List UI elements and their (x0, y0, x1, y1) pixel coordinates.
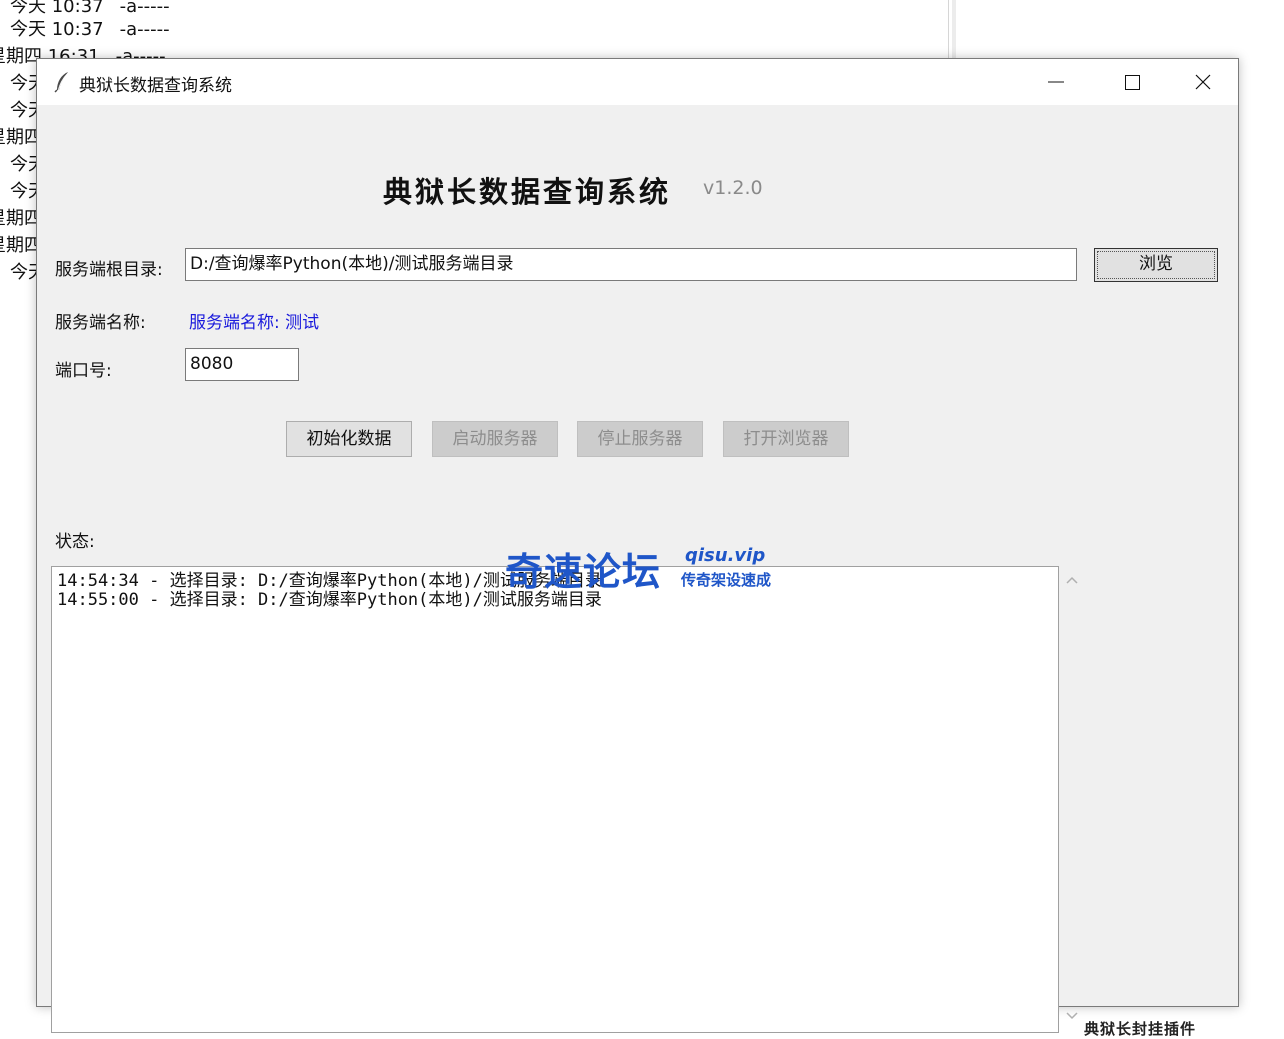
browse-button[interactable]: 浏览 (1094, 248, 1218, 282)
page-title: 典狱长数据查询系统 (383, 175, 672, 209)
close-icon (1195, 74, 1211, 90)
list-item: 今天 10:37 -a----- (10, 15, 170, 41)
list-item-attr: -a----- (119, 19, 170, 40)
plugin-label: 典狱长封挂插件 (1084, 1020, 1197, 1038)
window-content: 典狱长数据查询系统 v1.2.0 服务端根目录: D:/查询爆率Python(本… (37, 105, 1238, 1038)
feather-icon (54, 72, 68, 93)
status-label: 状态: (55, 532, 95, 552)
maximize-icon (1125, 75, 1140, 90)
start-server-button[interactable]: 启动服务器 (432, 421, 558, 457)
scroll-up-icon[interactable] (1065, 575, 1079, 585)
close-button[interactable] (1169, 59, 1237, 105)
server-name-value: 服务端名称: 测试 (189, 313, 320, 333)
stop-server-button[interactable]: 停止服务器 (577, 421, 703, 457)
list-item-date: 今天 10:37 (10, 19, 104, 40)
port-label: 端口号: (55, 361, 112, 381)
version-label: v1.2.0 (703, 177, 763, 199)
port-input[interactable]: 8080 (185, 348, 299, 381)
init-data-button[interactable]: 初始化数据 (286, 421, 412, 457)
server-name-label: 服务端名称: (55, 313, 146, 333)
root-dir-input[interactable]: D:/查询爆率Python(本地)/测试服务端目录 (185, 248, 1077, 281)
focus-ring (1097, 251, 1215, 279)
scroll-down-icon[interactable] (1065, 1011, 1079, 1021)
window-title: 典狱长数据查询系统 (79, 76, 232, 96)
title-bar[interactable]: 典狱长数据查询系统 (37, 59, 1238, 105)
minimize-icon (1048, 81, 1064, 83)
open-browser-button[interactable]: 打开浏览器 (723, 421, 849, 457)
minimize-button[interactable] (1029, 59, 1097, 105)
watermark-sub: 传奇架设速成 (681, 571, 772, 589)
watermark-main: 奇速论坛 (505, 550, 662, 594)
app-window: 典狱长数据查询系统 典狱长数据查询系统 v1.2.0 服务端根目录: D:/查询… (36, 58, 1239, 1038)
maximize-button[interactable] (1097, 59, 1165, 105)
root-dir-label: 服务端根目录: (55, 260, 163, 280)
watermark-url: qisu.vip (685, 545, 766, 566)
status-log[interactable]: 14:54:34 - 选择目录: D:/查询爆率Python(本地)/测试服务端… (51, 566, 1059, 1033)
